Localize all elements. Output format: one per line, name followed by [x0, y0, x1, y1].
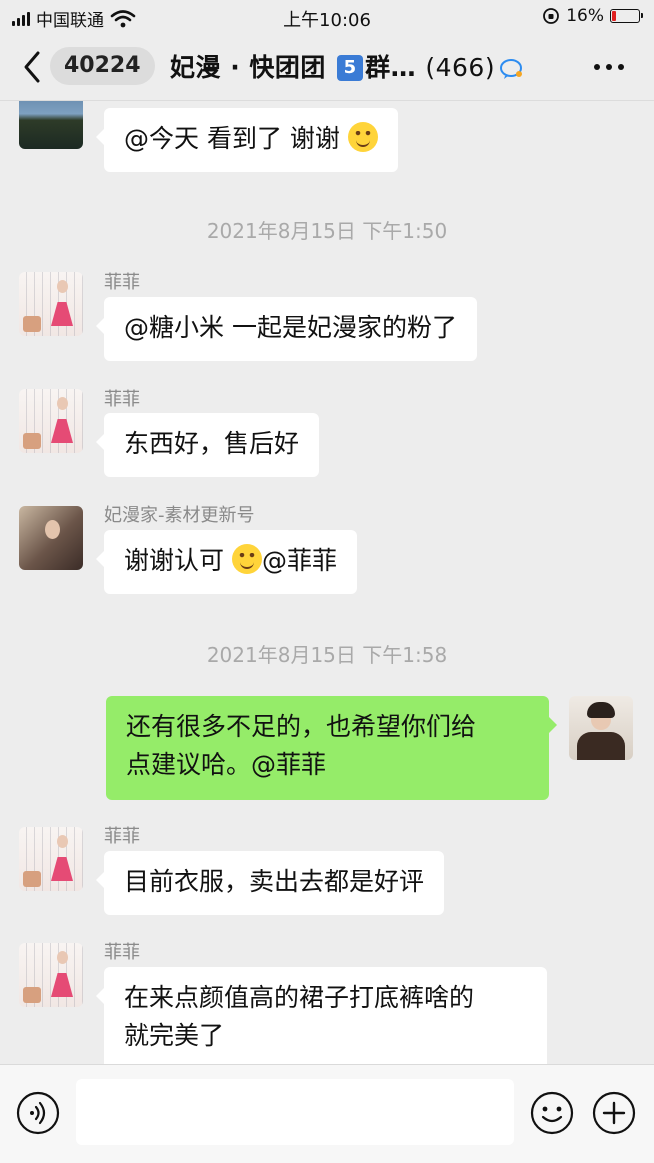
avatar[interactable]	[19, 506, 83, 570]
input-bar	[0, 1064, 654, 1163]
sender-name: 妃漫家-素材更新号	[104, 505, 255, 526]
chat-history[interactable]: @今天 看到了 谢谢 2021年8月15日 下午1:50 菲菲 @糖小米 一起是…	[0, 101, 654, 1064]
chevron-left-icon[interactable]	[22, 50, 42, 84]
sender-name: 菲菲	[104, 272, 140, 293]
avatar[interactable]	[19, 272, 83, 336]
battery-level	[612, 11, 616, 21]
message-bubble[interactable]: 谢谢认可 @菲菲	[96, 530, 357, 594]
message-text: @今天 看到了 谢谢	[124, 124, 340, 153]
message-text: 东西好，售后好	[124, 429, 300, 458]
unread-count-pill[interactable]: 40224	[50, 47, 155, 85]
battery-icon	[610, 9, 643, 23]
message-text: @糖小米 一起是妃漫家的粉了	[124, 313, 457, 342]
sender-name: 菲菲	[104, 826, 140, 847]
message-text-line: 在来点颜值高的裙子打底裤啥的	[124, 983, 475, 1012]
plus-icon[interactable]	[592, 1091, 636, 1135]
chat-title-prefix: 妃漫 · 快团团	[170, 53, 336, 82]
message-text: 谢谢认可	[124, 546, 232, 575]
message-bubble-self[interactable]: 还有很多不足的，也希望你们给 点建议哈。@菲菲	[106, 696, 557, 800]
avatar[interactable]	[19, 827, 83, 891]
chat-header: 40224 妃漫 · 快团团 5 群… (466)	[0, 34, 654, 101]
rotation-lock-icon	[543, 8, 560, 24]
more-icon[interactable]	[594, 64, 624, 70]
sender-name: 菲菲	[104, 942, 140, 963]
message-text: 目前衣服，卖出去都是好评	[124, 867, 425, 896]
wecom-icon	[500, 59, 523, 79]
smile-emoji-icon	[347, 122, 378, 152]
emoji-icon	[231, 544, 262, 574]
smile-icon[interactable]	[530, 1091, 574, 1135]
member-count: (466)	[425, 53, 496, 82]
timestamp: 2021年8月15日 下午1:50	[206, 219, 448, 243]
message-mention: @菲菲	[261, 546, 337, 575]
chat-title-suffix: 群…	[365, 53, 417, 82]
status-right: 16%	[542, 6, 643, 26]
voice-icon[interactable]	[16, 1091, 60, 1135]
message-bubble[interactable]: 目前衣服，卖出去都是好评	[95, 851, 445, 915]
message-bubble[interactable]: 东西好，售后好	[95, 413, 320, 477]
chat-title: 妃漫 · 快团团 5 群… (466)	[170, 48, 525, 84]
message-bubble[interactable]: 在来点颜值高的裙子打底裤啥的 就完美了	[96, 967, 547, 1064]
self-avatar[interactable]	[569, 696, 633, 760]
battery-percent: 16%	[566, 6, 604, 26]
number-badge: 5	[337, 55, 364, 81]
message-text-line: 就完美了	[124, 1021, 225, 1050]
sender-name: 菲菲	[104, 389, 140, 410]
message-bubble[interactable]: @今天 看到了 谢谢	[96, 108, 398, 172]
message-text-line: 点建议哈。@菲菲	[126, 750, 327, 779]
avatar[interactable]	[19, 101, 83, 149]
message-bubble[interactable]: @糖小米 一起是妃漫家的粉了	[96, 297, 477, 361]
message-input[interactable]	[76, 1079, 514, 1145]
timestamp: 2021年8月15日 下午1:58	[206, 643, 448, 667]
message-text-line: 还有很多不足的，也希望你们给	[126, 712, 477, 741]
status-bar: 中国联通 上午10:06 16%	[0, 0, 654, 34]
avatar[interactable]	[19, 943, 83, 1007]
avatar[interactable]	[19, 389, 83, 453]
